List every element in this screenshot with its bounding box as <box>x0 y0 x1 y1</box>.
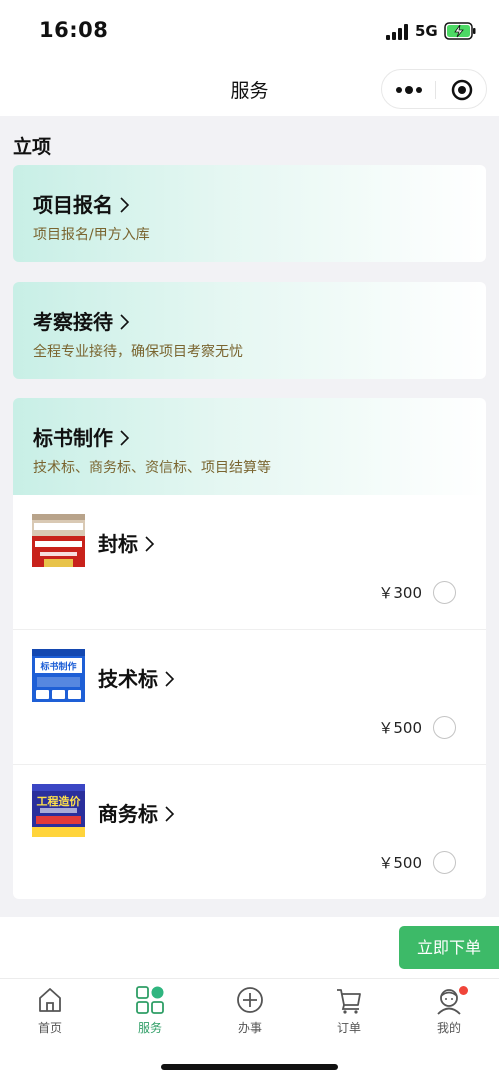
business-bid-thumbnail: 工程造价 <box>32 784 85 837</box>
close-mini-program-icon[interactable] <box>451 79 473 101</box>
chevron-right-icon <box>165 671 175 687</box>
more-options-icon[interactable] <box>394 83 424 97</box>
service-card-project-registration[interactable]: 项目报名 项目报名/甲方入库 <box>13 165 486 262</box>
product-name-wrap: 技术标 <box>98 663 175 692</box>
product-item-technical-bid[interactable]: 标书制作 技术标 ￥500 <box>13 630 486 765</box>
service-card-bid-preparation[interactable]: 标书制作 技术标、商务标、资信标、项目结算等 <box>13 398 486 495</box>
sealed-bid-thumbnail <box>32 514 85 567</box>
product-item-business-bid[interactable]: 工程造价 商务标 ￥500 <box>13 765 486 900</box>
thumb-title: 标书制作 <box>39 661 76 673</box>
tab-profile[interactable]: 我的 <box>399 985 499 1041</box>
tab-tasks[interactable]: 办事 <box>200 985 300 1041</box>
cart-icon <box>337 989 361 1014</box>
product-name-wrap: 封标 <box>98 528 155 557</box>
card-title-wrap: 项目报名 <box>33 189 130 218</box>
capsule-divider <box>435 81 436 99</box>
card-subtitle: 技术标、商务标、资信标、项目结算等 <box>33 460 271 476</box>
card-subtitle: 项目报名/甲方入库 <box>33 227 150 243</box>
card-title: 项目报名 <box>33 193 113 217</box>
card-title: 考察接待 <box>33 310 113 334</box>
signal-icon <box>386 24 408 40</box>
product-list: 封标 ￥300 标书制作 技术标 ￥500 工程造价 商务标 ￥500 <box>13 495 486 899</box>
product-name-wrap: 商务标 <box>98 798 175 827</box>
tab-services[interactable]: 服务 <box>100 985 200 1041</box>
home-icon <box>39 988 61 1012</box>
tab-orders[interactable]: 订单 <box>299 985 399 1041</box>
services-grid-icon <box>136 986 164 1014</box>
add-circle-icon <box>237 987 263 1013</box>
product-price: ￥500 <box>378 854 422 872</box>
chevron-right-icon <box>145 536 155 552</box>
tab-label: 首页 <box>37 1021 62 1035</box>
card-title-wrap: 考察接待 <box>33 306 130 335</box>
chevron-right-icon <box>120 430 130 446</box>
select-radio[interactable] <box>433 581 456 604</box>
service-card-site-inspection[interactable]: 考察接待 全程专业接待，确保项目考察无忧 <box>13 282 486 379</box>
status-bar: 16:08 5G <box>0 0 499 62</box>
product-price: ￥300 <box>378 584 422 602</box>
product-name: 商务标 <box>98 802 158 826</box>
navigation-bar: 服务 <box>0 62 499 116</box>
chevron-right-icon <box>120 197 130 213</box>
mini-program-capsule <box>381 69 487 109</box>
section-title: 立项 <box>13 136 52 158</box>
order-now-button[interactable]: 立即下单 <box>399 926 499 969</box>
product-name: 封标 <box>98 532 138 556</box>
technical-bid-thumbnail: 标书制作 <box>32 649 85 702</box>
home-indicator <box>161 1064 338 1070</box>
card-subtitle: 全程专业接待，确保项目考察无忧 <box>33 344 243 360</box>
battery-icon <box>444 22 476 40</box>
tab-label: 服务 <box>137 1021 162 1035</box>
thumb-title: 工程造价 <box>37 794 82 808</box>
select-radio[interactable] <box>433 851 456 874</box>
tab-home[interactable]: 首页 <box>0 985 100 1041</box>
tab-label: 订单 <box>336 1021 361 1035</box>
product-price: ￥500 <box>378 719 422 737</box>
card-title: 标书制作 <box>33 426 113 450</box>
network-type: 5G <box>415 22 438 40</box>
status-time: 16:08 <box>39 18 109 42</box>
chevron-right-icon <box>120 314 130 330</box>
card-title-wrap: 标书制作 <box>33 422 130 451</box>
tab-label: 办事 <box>237 1021 262 1035</box>
notification-badge <box>459 986 468 995</box>
select-radio[interactable] <box>433 716 456 739</box>
chevron-right-icon <box>165 806 175 822</box>
product-item-sealed-bid[interactable]: 封标 ￥300 <box>13 495 486 630</box>
product-name: 技术标 <box>98 667 158 691</box>
tab-label: 我的 <box>436 1021 461 1035</box>
order-bar: 立即下单 <box>0 917 499 978</box>
